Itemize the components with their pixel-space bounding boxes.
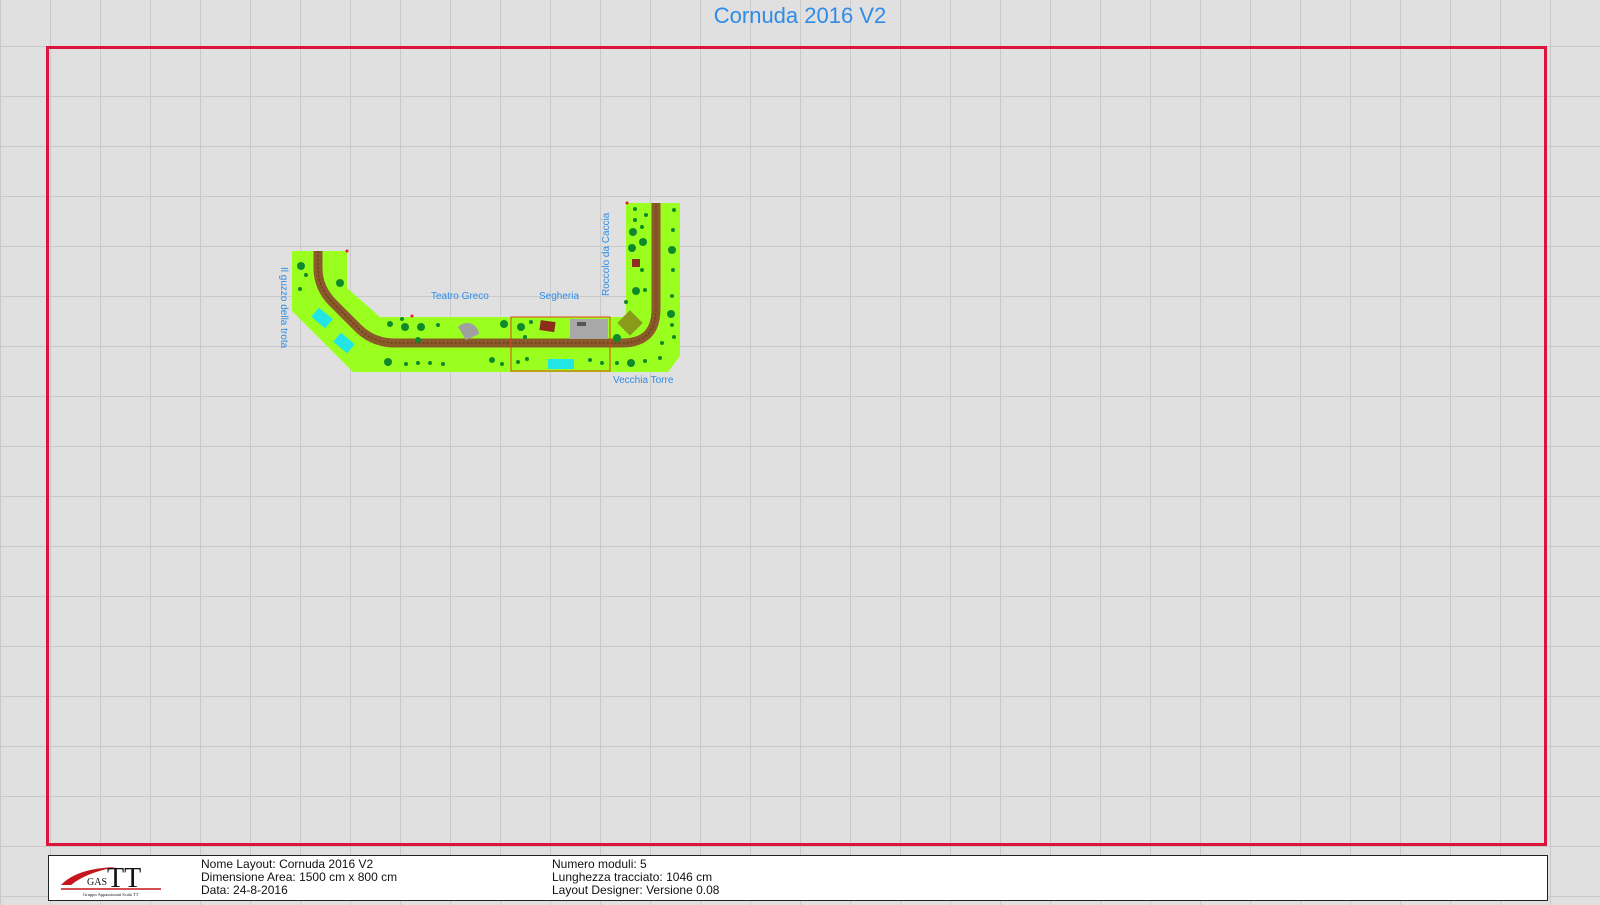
label-roccolo: Roccolo da Caccia (601, 212, 612, 296)
segheria-building (539, 320, 556, 333)
lunghezza-value: 1046 cm (666, 870, 713, 884)
layout-canvas[interactable]: Il guzzo della trota Teatro Greco Segher… (0, 0, 1600, 905)
info-col-right: Numero moduli: 5 Lunghezza tracciato: 10… (552, 858, 719, 897)
designer-value: Versione 0.08 (646, 883, 720, 897)
moduli-value: 5 (640, 857, 647, 871)
info-footer: GAS TT Gruppo Appassionati Scala TT Nome… (48, 855, 1548, 901)
segheria-yard (570, 319, 608, 339)
logo-subtitle: Gruppo Appassionati Scala TT (83, 892, 139, 897)
gastt-logo: GAS TT Gruppo Appassionati Scala TT (61, 863, 161, 897)
dimensione-value: 1500 cm x 800 cm (299, 870, 398, 884)
designer-label: Layout Designer: (552, 883, 643, 897)
label-vecchia-torre: Vecchia Torre (613, 375, 674, 386)
nome-value: Cornuda 2016 V2 (279, 857, 374, 871)
lunghezza-label: Lunghezza tracciato: (552, 870, 663, 884)
roccolo-hut (632, 259, 640, 267)
water-pond-3 (548, 359, 574, 369)
moduli-label: Numero moduli: (552, 857, 637, 871)
dimensione-label: Dimensione Area: (201, 870, 296, 884)
label-segheria: Segheria (539, 291, 579, 302)
data-value: 24-8-2016 (233, 883, 288, 897)
label-gozzo: Il guzzo della trota (278, 267, 289, 349)
logo-prefix: GAS (87, 877, 107, 888)
data-label: Data: (201, 883, 230, 897)
segheria-shed (577, 322, 586, 326)
nome-label: Nome Layout: (201, 857, 276, 871)
info-col-left: Nome Layout: Cornuda 2016 V2 Dimensione … (201, 858, 397, 897)
label-teatro-greco: Teatro Greco (431, 291, 489, 302)
